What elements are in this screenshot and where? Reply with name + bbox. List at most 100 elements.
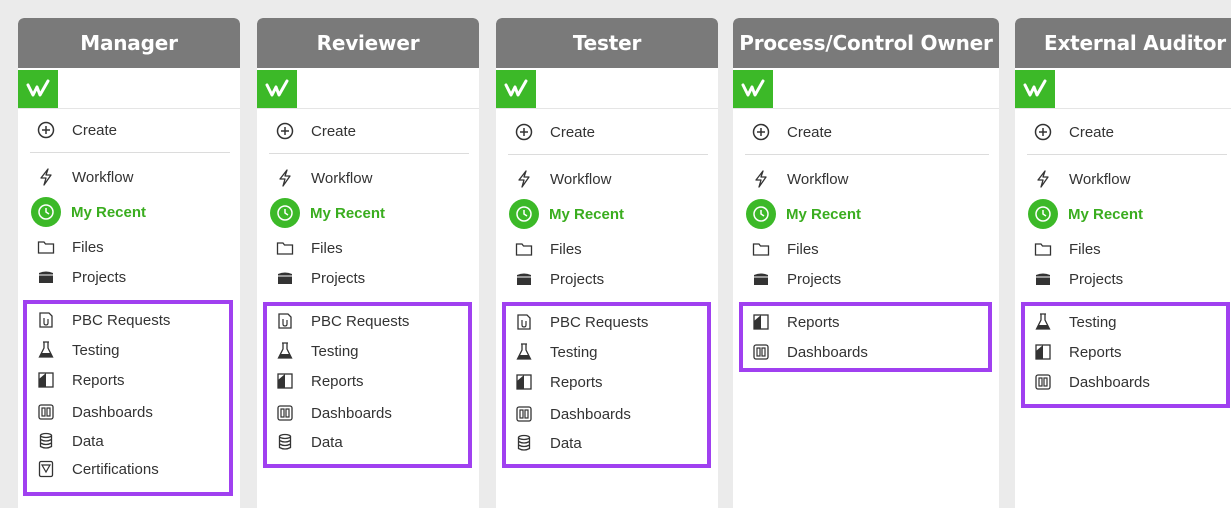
workflow-item[interactable]: Workflow [514, 166, 611, 192]
highlight-box-reviewer [263, 302, 472, 468]
folder-icon [1033, 239, 1053, 259]
my-recent-label: My Recent [786, 205, 862, 223]
box-icon [275, 268, 295, 288]
lightning-icon [514, 169, 534, 189]
logo-row [1015, 68, 1231, 109]
logo-row [18, 68, 240, 109]
highlight-box-tester [502, 302, 711, 468]
clock-icon [270, 198, 300, 228]
divider [30, 152, 230, 153]
files-label: Files [1069, 240, 1101, 258]
divider [1027, 154, 1227, 155]
highlight-box-process-control-owner [739, 302, 992, 372]
projects-label: Projects [787, 270, 842, 288]
column-title: Tester [496, 18, 718, 68]
highlight-box-external-auditor [1021, 302, 1230, 408]
projects-item[interactable]: Projects [751, 266, 841, 292]
create-label: Create [787, 123, 833, 141]
divider [508, 154, 708, 155]
folder-icon [514, 239, 534, 259]
files-label: Files [311, 239, 343, 257]
create-label: Create [550, 123, 596, 141]
workflow-item[interactable]: Workflow [1033, 166, 1130, 192]
my-recent-item[interactable]: My Recent [746, 199, 862, 229]
create-label: Create [311, 122, 357, 140]
files-label: Files [787, 240, 819, 258]
projects-label: Projects [72, 268, 127, 286]
create-item[interactable]: Create [1033, 119, 1114, 145]
column-title: Reviewer [257, 18, 479, 68]
divider [269, 153, 469, 154]
my-recent-item[interactable]: My Recent [31, 197, 147, 227]
plus-circle-icon [751, 122, 771, 142]
clock-icon [509, 199, 539, 229]
plus-circle-icon [514, 122, 534, 142]
workiva-logo[interactable] [733, 70, 773, 108]
workflow-label: Workflow [1069, 170, 1131, 188]
box-icon [36, 267, 56, 287]
column-external-auditor: External Auditor Create Workflow My Rece… [1015, 18, 1231, 508]
column-title: External Auditor [1015, 18, 1231, 68]
my-recent-item[interactable]: My Recent [509, 199, 625, 229]
files-item[interactable]: Files [275, 235, 343, 261]
files-item[interactable]: Files [36, 234, 104, 260]
highlight-box-manager [23, 300, 233, 496]
workiva-logo[interactable] [18, 70, 58, 108]
files-label: Files [550, 240, 582, 258]
projects-item[interactable]: Projects [275, 265, 365, 291]
projects-label: Projects [311, 269, 366, 287]
column-title: Process/Control Owner [733, 18, 999, 68]
folder-icon [36, 237, 56, 257]
projects-item[interactable]: Projects [514, 266, 604, 292]
lightning-icon [36, 167, 56, 187]
workiva-logo[interactable] [496, 70, 536, 108]
my-recent-item[interactable]: My Recent [270, 198, 386, 228]
plus-circle-icon [275, 121, 295, 141]
create-label: Create [72, 121, 118, 139]
box-icon [751, 269, 771, 289]
projects-item[interactable]: Projects [1033, 266, 1123, 292]
logo-row [733, 68, 999, 109]
clock-icon [1028, 199, 1058, 229]
workflow-item[interactable]: Workflow [36, 164, 133, 190]
files-label: Files [72, 238, 104, 256]
files-item[interactable]: Files [1033, 236, 1101, 262]
files-item[interactable]: Files [751, 236, 819, 262]
column-process-control-owner: Process/Control Owner Create Workflow My… [733, 18, 999, 508]
files-item[interactable]: Files [514, 236, 582, 262]
workiva-logo[interactable] [257, 70, 297, 108]
projects-label: Projects [1069, 270, 1124, 288]
projects-item[interactable]: Projects [36, 264, 126, 290]
plus-circle-icon [36, 120, 56, 140]
workiva-logo[interactable] [1015, 70, 1055, 108]
clock-icon [31, 197, 61, 227]
logo-row [496, 68, 718, 109]
create-label: Create [1069, 123, 1115, 141]
workflow-label: Workflow [72, 168, 134, 186]
box-icon [1033, 269, 1053, 289]
logo-row [257, 68, 479, 109]
create-item[interactable]: Create [751, 119, 832, 145]
clock-icon [746, 199, 776, 229]
my-recent-label: My Recent [1068, 205, 1144, 223]
folder-icon [751, 239, 771, 259]
folder-icon [275, 238, 295, 258]
workflow-item[interactable]: Workflow [275, 165, 372, 191]
divider [745, 154, 989, 155]
my-recent-item[interactable]: My Recent [1028, 199, 1144, 229]
workflow-label: Workflow [550, 170, 612, 188]
lightning-icon [1033, 169, 1053, 189]
my-recent-label: My Recent [71, 203, 147, 221]
my-recent-label: My Recent [310, 204, 386, 222]
plus-circle-icon [1033, 122, 1053, 142]
workflow-label: Workflow [311, 169, 373, 187]
workflow-item[interactable]: Workflow [751, 166, 848, 192]
create-item[interactable]: Create [514, 119, 595, 145]
projects-label: Projects [550, 270, 605, 288]
box-icon [514, 269, 534, 289]
my-recent-label: My Recent [549, 205, 625, 223]
column-title: Manager [18, 18, 240, 68]
lightning-icon [751, 169, 771, 189]
create-item[interactable]: Create [275, 118, 356, 144]
create-item[interactable]: Create [36, 117, 117, 143]
